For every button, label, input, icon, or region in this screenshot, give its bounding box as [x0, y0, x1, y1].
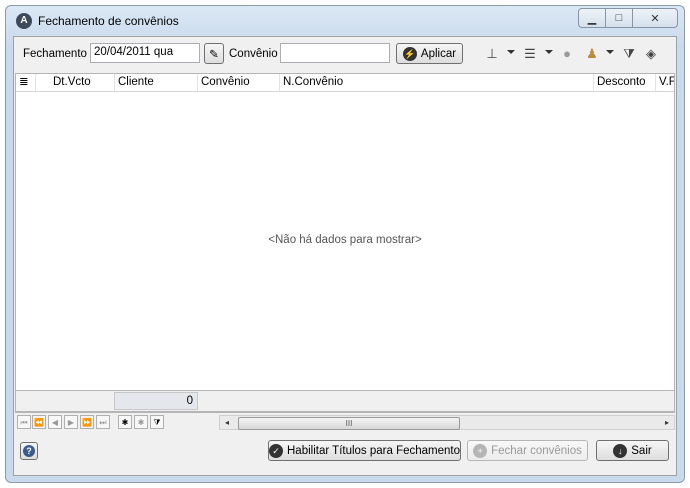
maximize-button[interactable]: □	[605, 8, 633, 28]
arrow-down-icon: ↓	[613, 443, 628, 458]
stamp-icon[interactable]: ♟	[584, 46, 600, 62]
next-record-button[interactable]: ▶	[64, 415, 78, 429]
scroll-right-icon[interactable]: ▸	[660, 416, 674, 429]
filter-record-button[interactable]: ⧩	[150, 415, 164, 429]
prev-page-button[interactable]: ⏪	[32, 415, 46, 429]
eraser-icon: ✎	[209, 48, 219, 61]
fechamento-date-field[interactable]: 20/04/2011 qua	[90, 43, 200, 63]
column-header-dt-vcto[interactable]: Dt.Vcto	[50, 74, 115, 91]
column-header-cliente[interactable]: Cliente	[115, 74, 198, 91]
scrollbar-thumb[interactable]: III	[238, 417, 460, 430]
list-options-icon[interactable]: ☰	[522, 46, 538, 62]
close-button[interactable]: ✕	[632, 8, 678, 28]
habilitar-label: Habilitar Títulos para Fechamento	[287, 444, 461, 457]
title-bar[interactable]: A Fechamento de convênios ▁ □ ✕	[6, 6, 684, 36]
scroll-left-icon[interactable]: ◂	[220, 416, 234, 429]
app-logo-icon: A	[16, 13, 32, 29]
horizontal-scrollbar[interactable]: ◂ III ▸	[219, 415, 675, 430]
data-grid[interactable]: ≣ Dt.Vcto Cliente Convênio N.Convênio De…	[15, 73, 675, 413]
fechamento-label: Fechamento	[23, 48, 87, 60]
help-button[interactable]: ?	[20, 442, 38, 460]
window-controls: ▁ □ ✕	[578, 8, 678, 28]
first-page-button[interactable]: ⏮	[17, 415, 31, 429]
close-icon: ✕	[650, 12, 660, 25]
disabled-circle-icon: ●	[563, 46, 571, 61]
column-header-desconto[interactable]: Desconto	[594, 74, 656, 91]
minimize-icon: ▁	[587, 12, 597, 25]
plus-icon: +	[473, 443, 488, 458]
grid-footer: 0	[15, 390, 675, 412]
record-navigator: ⏮ ⏪ ◀ ▶ ⏩ ⏭ ✱ ✱ ⧩ ◂ III ▸	[15, 414, 675, 432]
column-chooser-icon[interactable]: ≣	[16, 74, 36, 91]
habilitar-titulos-button[interactable]: ✓ Habilitar Títulos para Fechamento	[268, 440, 461, 461]
last-page-button[interactable]: ⏭	[96, 415, 110, 429]
hierarchy-icon[interactable]: ⊥	[484, 46, 500, 62]
aplicar-label: Aplicar	[420, 47, 457, 60]
column-header-convenio[interactable]: Convênio	[198, 74, 280, 91]
filter-icon[interactable]: ⧩	[621, 46, 637, 62]
convenio-field[interactable]	[280, 43, 390, 63]
grid-header: ≣ Dt.Vcto Cliente Convênio N.Convênio De…	[16, 74, 674, 92]
eraser-filter-icon[interactable]: ◈	[643, 46, 659, 62]
convenio-label: Convênio	[229, 48, 278, 60]
column-header-n-convenio[interactable]: N.Convênio	[280, 74, 594, 91]
chevron-down-icon[interactable]	[507, 50, 515, 54]
chevron-down-icon[interactable]	[545, 50, 553, 54]
fechar-label: Fechar convênios	[491, 444, 582, 457]
fechar-convenios-button[interactable]: + Fechar convênios	[467, 440, 588, 461]
delete-record-button[interactable]: ✱	[134, 415, 148, 429]
client-area: Fechamento 20/04/2011 qua ✎ Convênio ⚡ A…	[13, 36, 677, 476]
aplicar-button[interactable]: ⚡ Aplicar	[396, 43, 463, 64]
filter-toolbar: Fechamento 20/04/2011 qua ✎ Convênio ⚡ A…	[14, 37, 676, 73]
chevron-down-icon[interactable]	[606, 50, 614, 54]
next-page-button[interactable]: ⏩	[80, 415, 94, 429]
apply-icon: ⚡	[402, 46, 417, 61]
sair-label: Sair	[631, 444, 652, 457]
main-window: A Fechamento de convênios ▁ □ ✕ Fechamen…	[5, 5, 685, 483]
window-title: Fechamento de convênios	[38, 14, 179, 28]
insert-record-button[interactable]: ✱	[118, 415, 132, 429]
maximize-icon: □	[615, 12, 623, 24]
prev-record-button[interactable]: ◀	[48, 415, 62, 429]
footer-total: 0	[114, 392, 198, 410]
help-icon: ?	[23, 445, 35, 457]
checkmark-icon: ✓	[269, 443, 283, 458]
empty-grid-message: <Não há dados para mostrar>	[268, 234, 422, 246]
sair-button[interactable]: ↓ Sair	[596, 440, 669, 461]
clear-eraser-button[interactable]: ✎	[204, 43, 224, 64]
column-header-vf[interactable]: V.F	[656, 74, 674, 91]
minimize-button[interactable]: ▁	[578, 8, 606, 28]
